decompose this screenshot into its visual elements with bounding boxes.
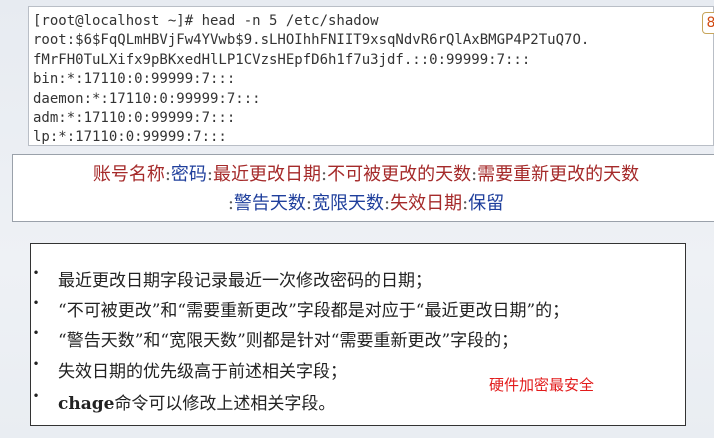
terminal-command-line: [root@localhost ~]# head -n 5 /etc/shado… [33,13,379,29]
field-password: 密码 [170,164,207,185]
notes-box: • 最近更改日期字段记录最近一次修改密码的日期； • “不可被更改”和“需要重新… [30,243,686,426]
terminal-output-line: fMrFH0TuLXifx9pBKxedHlLP1CVzsHEpfD6h1f7u… [33,51,531,68]
field-legend-row: :警告天数:宽限天数:失效日期:保留 [13,189,714,218]
field-last-change: 最近更改日期 [213,164,321,185]
terminal-output: [root@localhost ~]# head -n 5 /etc/shado… [28,6,714,146]
terminal-output-line: lp:*:17110:0:99999:7::: [33,129,227,146]
field-account-name: 账号名称 [92,164,165,185]
bullet-icon: • [32,326,40,340]
field-reserved: 保留 [468,193,505,214]
shadow-field-legend: 账号名称:密码:最近更改日期:不可被更改的天数:需要重新更改的天数 :警告天数:… [12,154,714,222]
field-legend-row: 账号名称:密码:最近更改日期:不可被更改的天数:需要重新更改的天数 [13,160,714,189]
bullet-icon: • [32,266,40,280]
field-expire-date: 失效日期 [390,193,463,214]
terminal-output-line: daemon:*:17110:0:99999:7::: [33,90,261,107]
highlight-note: 硬件加密最安全 [489,376,595,394]
note-text: 失效日期的优先级高于前述相关字段； [58,362,347,382]
note-text-tail: 命令可以修改上述相关字段。 [114,394,336,414]
terminal-output-line: root:$6$FqQLmHBVjFw4YVwb$9.sLHOIhhFNIIT9… [33,32,590,49]
field-inactive-days: 宽限天数 [312,193,384,214]
note-text: “警告天数”和“宽限天数”则都是针对“需要重新更改”字段的； [58,331,519,351]
terminal-output-line: bin:*:17110:0:99999:7::: [33,71,236,88]
bullet-icon: • [32,357,40,371]
note-text: 最近更改日期字段记录最近一次修改密码的日期； [58,271,432,291]
field-min-days: 不可被更改的天数 [327,164,472,185]
note-text: chage命令可以修改上述相关字段。 [58,389,335,414]
terminal-output-line: adm:*:17110:0:99999:7::: [33,109,236,126]
field-warn-days: 警告天数 [233,193,306,214]
note-command: chage [58,394,115,414]
corner-tab[interactable]: 8 [702,12,714,34]
bullet-icon: • [32,296,40,310]
bullet-icon: • [32,389,40,403]
note-text: “不可被更改”和“需要重新更改”字段都是对应于“最近更改日期”的； [58,301,570,321]
field-max-days: 需要重新更改的天数 [477,164,640,185]
